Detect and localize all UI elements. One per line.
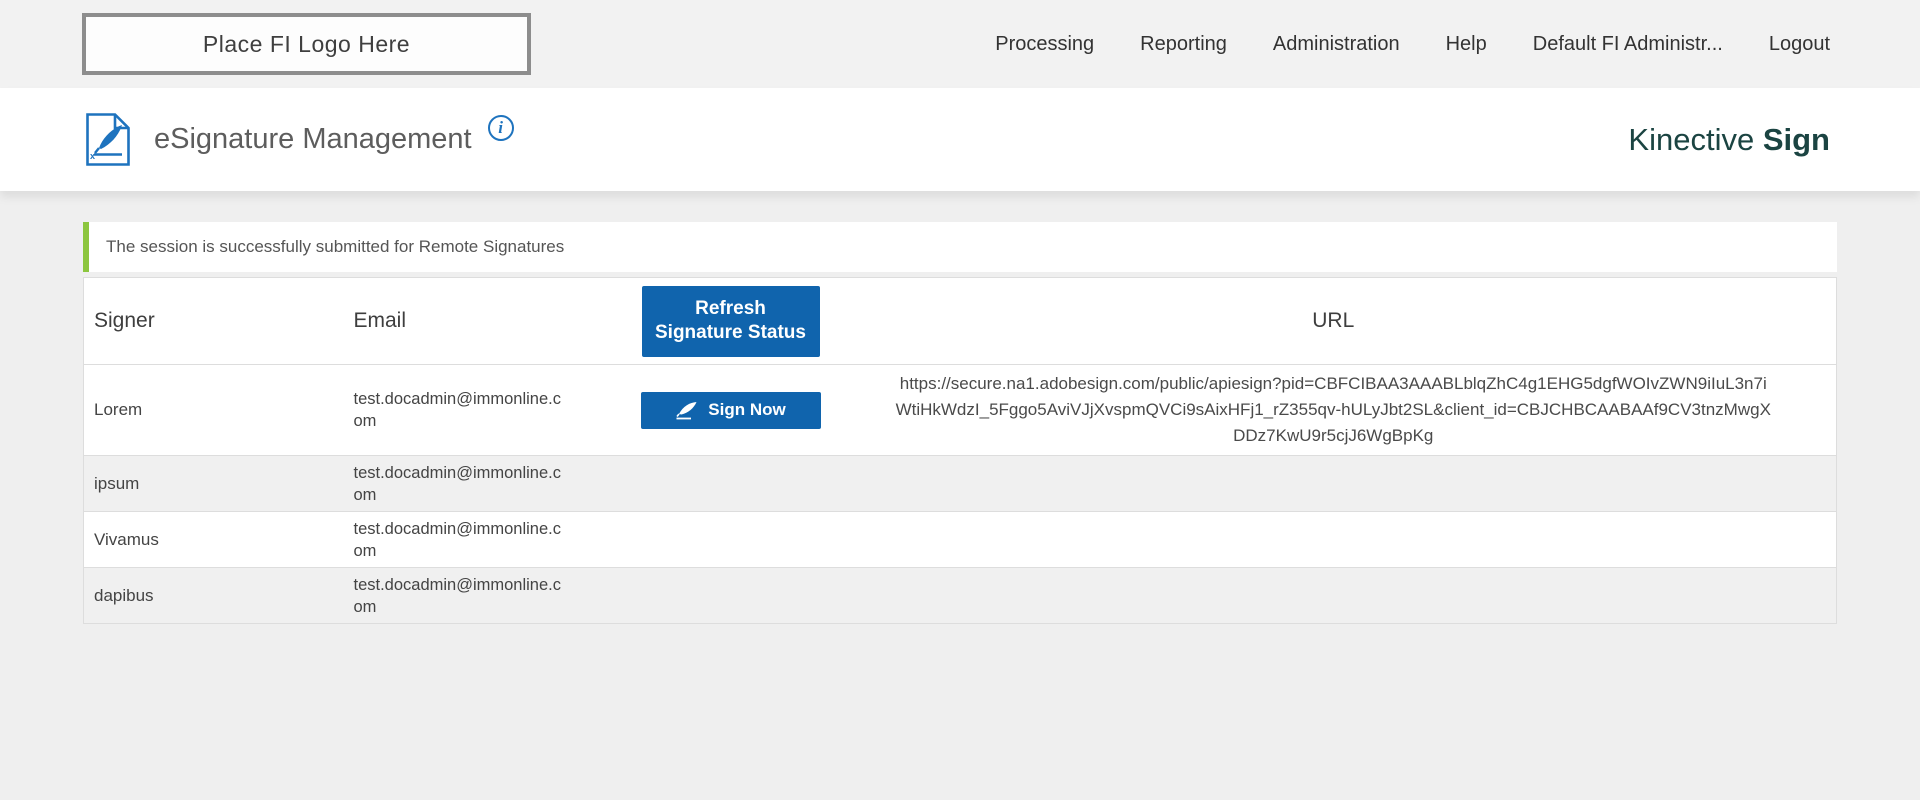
nav-item-user-menu[interactable]: Default FI Administr... — [1533, 33, 1723, 56]
refresh-signature-status-button[interactable]: Refresh Signature Status — [641, 285, 820, 357]
signing-url: https://secure.na1.adobesign.com/public/… — [895, 374, 1771, 445]
signer-email: test.docadmin@immonline.com — [353, 519, 562, 560]
nav-item-logout[interactable]: Logout — [1769, 33, 1830, 56]
signer-status-cell: Sign Now — [630, 364, 831, 456]
signers-table: Signer Email Refresh Signature Status UR… — [83, 277, 1837, 624]
column-header-status: Refresh Signature Status — [630, 277, 831, 365]
top-navigation-bar: Place FI Logo Here Processing Reporting … — [0, 0, 1920, 88]
brand-product: Sign — [1762, 121, 1830, 157]
signer-name: dapibus — [83, 567, 346, 624]
signer-status-cell — [630, 511, 831, 568]
signer-email-cell: test.docadmin@immonline.com — [345, 364, 631, 456]
svg-text:x: x — [90, 151, 95, 161]
page-header: x eSignature Management i Kinective Sign — [0, 88, 1920, 191]
sign-now-button[interactable]: Sign Now — [640, 391, 821, 429]
nav-item-administration[interactable]: Administration — [1273, 33, 1400, 56]
success-alert-message: The session is successfully submitted fo… — [106, 237, 565, 256]
success-alert: The session is successfully submitted fo… — [83, 222, 1837, 272]
signer-status-cell — [630, 455, 831, 512]
signer-email: test.docadmin@immonline.com — [353, 390, 562, 430]
esignature-document-icon: x — [86, 113, 130, 166]
column-header-signer: Signer — [83, 277, 346, 365]
table-header-row: Signer Email Refresh Signature Status UR… — [83, 277, 1837, 365]
nav-item-help[interactable]: Help — [1446, 33, 1487, 56]
table-row: ipsum test.docadmin@immonline.com — [83, 455, 1837, 512]
nav-item-processing[interactable]: Processing — [995, 33, 1094, 56]
table-row: dapibus test.docadmin@immonline.com — [83, 567, 1837, 624]
sign-now-label: Sign Now — [708, 400, 786, 419]
fi-logo-placeholder: Place FI Logo Here — [82, 13, 531, 75]
table-row: Vivamus test.docadmin@immonline.com — [83, 511, 1837, 568]
main-nav: Processing Reporting Administration Help… — [995, 33, 1830, 56]
column-header-email: Email — [345, 277, 631, 365]
signer-email-cell: test.docadmin@immonline.com — [345, 455, 631, 512]
signer-name: ipsum — [83, 455, 346, 512]
signer-status-cell — [630, 567, 831, 624]
signer-name: Vivamus — [83, 511, 346, 568]
table-row: Lorem test.docadmin@immonline.com Sign N… — [83, 364, 1837, 456]
signer-url-cell: https://secure.na1.adobesign.com/public/… — [830, 364, 1837, 456]
info-icon[interactable]: i — [487, 114, 514, 141]
signer-email: test.docadmin@immonline.com — [353, 575, 562, 616]
signer-email-cell: test.docadmin@immonline.com — [345, 511, 631, 568]
signer-email-cell: test.docadmin@immonline.com — [345, 567, 631, 624]
info-icon-glyph: i — [498, 117, 503, 137]
kinective-sign-brand: Kinective Sign — [1628, 122, 1830, 158]
signer-name: Lorem — [83, 364, 346, 456]
fi-logo-placeholder-text: Place FI Logo Here — [202, 30, 411, 57]
page-title: eSignature Management — [154, 123, 472, 155]
column-header-url: URL — [830, 277, 1837, 365]
signer-email: test.docadmin@immonline.com — [353, 463, 562, 504]
signer-url-cell — [830, 567, 1837, 624]
main-content: The session is successfully submitted fo… — [0, 191, 1920, 624]
brand-name: Kinective — [1628, 121, 1763, 157]
signer-url-cell — [830, 455, 1837, 512]
signer-url-cell — [830, 511, 1837, 568]
quill-icon — [676, 401, 697, 419]
nav-item-reporting[interactable]: Reporting — [1140, 33, 1227, 56]
